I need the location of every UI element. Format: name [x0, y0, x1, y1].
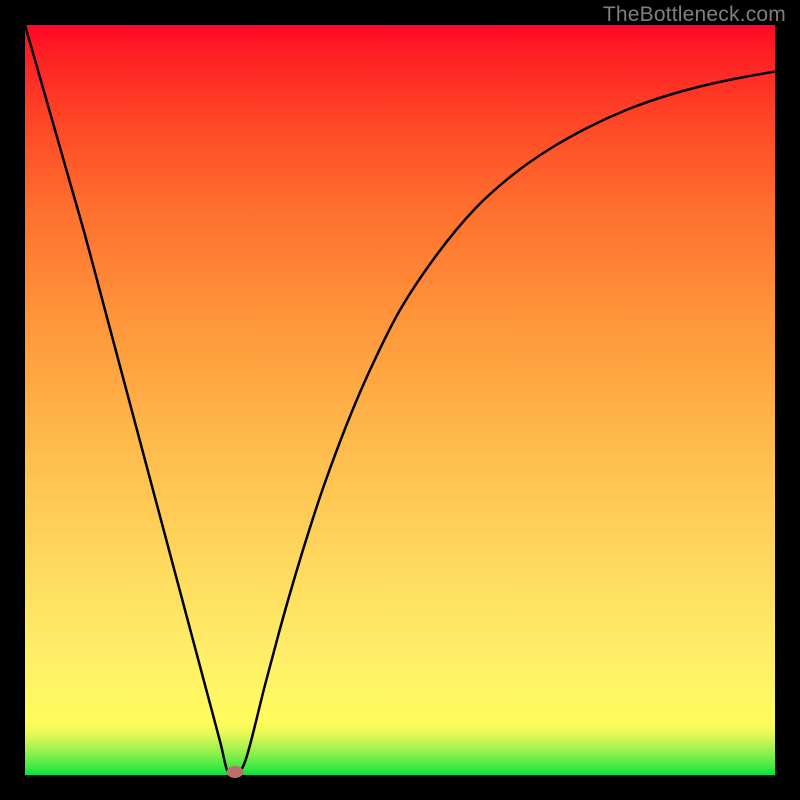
bottleneck-curve [25, 25, 775, 776]
watermark: TheBottleneck.com [603, 3, 786, 27]
curve-svg [25, 25, 775, 775]
chart-frame: TheBottleneck.com [0, 0, 800, 800]
plot-area [25, 25, 775, 775]
minimum-marker [227, 767, 243, 778]
